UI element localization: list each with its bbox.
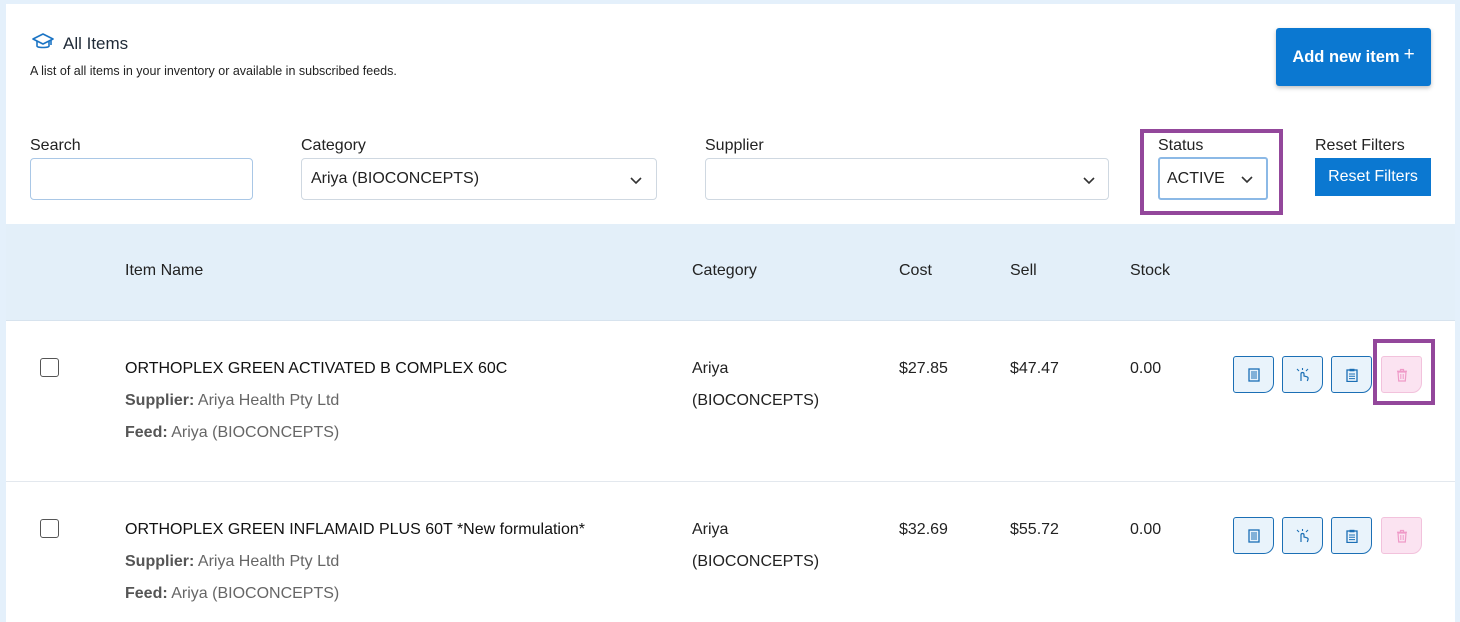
feed-key: Feed: <box>125 585 168 602</box>
hand-pointer-icon <box>1296 367 1309 381</box>
table-row: ORTHOPLEX GREEN ACTIVATED B COMPLEX 60C … <box>6 321 1455 482</box>
clipboard-icon <box>1345 368 1358 382</box>
supplier-value: Ariya Health Pty Ltd <box>197 392 340 409</box>
select-item-button[interactable] <box>1282 356 1323 393</box>
plus-icon: + <box>1403 44 1415 65</box>
barcode-icon <box>1247 367 1260 382</box>
items-panel: All Items A list of all items in your in… <box>6 4 1455 622</box>
hand-pointer-icon <box>1296 528 1309 542</box>
item-name[interactable]: ORTHOPLEX GREEN INFLAMAID PLUS 60T *New … <box>125 521 585 539</box>
item-sell: $55.72 <box>1010 521 1059 538</box>
barcode-icon <box>1247 528 1260 543</box>
chevron-down-icon <box>1083 177 1095 185</box>
category-select[interactable]: Ariya (BIOCONCEPTS) <box>301 158 657 200</box>
search-input[interactable] <box>30 158 253 200</box>
column-header-cost[interactable]: Cost <box>899 262 932 280</box>
add-new-item-button[interactable]: Add new item + <box>1276 28 1431 86</box>
add-new-item-label: Add new item <box>1292 47 1400 66</box>
feed-value: Ariya (BIOCONCEPTS) <box>171 424 340 441</box>
item-feed: Feed: Ariya (BIOCONCEPTS) <box>125 585 339 603</box>
delete-button[interactable] <box>1381 517 1422 554</box>
item-name[interactable]: ORTHOPLEX GREEN ACTIVATED B COMPLEX 60C <box>125 360 507 378</box>
category-line-2: (BIOCONCEPTS) <box>692 553 820 570</box>
details-button[interactable] <box>1331 517 1372 554</box>
category-line-2: (BIOCONCEPTS) <box>692 392 820 409</box>
supplier-select[interactable] <box>705 158 1109 200</box>
category-label: Category <box>301 137 366 154</box>
supplier-key: Supplier: <box>125 392 195 409</box>
trash-icon <box>1396 529 1407 543</box>
column-header-stock[interactable]: Stock <box>1130 262 1170 280</box>
feed-key: Feed: <box>125 424 168 441</box>
item-cost: $32.69 <box>899 521 948 538</box>
search-label: Search <box>30 137 81 154</box>
column-header-category[interactable]: Category <box>692 262 757 280</box>
barcode-button[interactable] <box>1233 356 1274 393</box>
status-highlight-box <box>1140 129 1283 215</box>
column-header-item-name[interactable]: Item Name <box>125 262 203 280</box>
delete-highlight-box <box>1373 339 1435 405</box>
supplier-label: Supplier <box>705 137 764 154</box>
graduation-cap-icon <box>32 33 54 49</box>
item-category: Ariya (BIOCONCEPTS) <box>692 353 819 417</box>
category-line-1: Ariya <box>692 521 729 538</box>
category-selected-value: Ariya (BIOCONCEPTS) <box>311 170 480 187</box>
feed-value: Ariya (BIOCONCEPTS) <box>171 585 340 602</box>
barcode-button[interactable] <box>1233 517 1274 554</box>
item-category: Ariya (BIOCONCEPTS) <box>692 514 819 578</box>
supplier-value: Ariya Health Pty Ltd <box>197 553 340 570</box>
item-stock: 0.00 <box>1130 360 1162 377</box>
select-item-button[interactable] <box>1282 517 1323 554</box>
page-title: All Items <box>63 34 129 53</box>
supplier-key: Supplier: <box>125 553 195 570</box>
clipboard-icon <box>1345 529 1358 543</box>
item-cost: $27.85 <box>899 360 948 377</box>
reset-filters-button[interactable]: Reset Filters <box>1315 158 1431 196</box>
table-row: ORTHOPLEX GREEN INFLAMAID PLUS 60T *New … <box>6 482 1455 622</box>
row-checkbox[interactable] <box>40 358 59 377</box>
details-button[interactable] <box>1331 356 1372 393</box>
table-header: Item Name Category Cost Sell Stock <box>6 224 1455 321</box>
category-line-1: Ariya <box>692 360 729 377</box>
page-subtitle: A list of all items in your inventory or… <box>30 64 397 78</box>
row-checkbox[interactable] <box>40 519 59 538</box>
item-supplier: Supplier: Ariya Health Pty Ltd <box>125 553 339 571</box>
chevron-down-icon <box>630 177 642 185</box>
reset-filters-label: Reset Filters <box>1315 137 1405 154</box>
item-sell: $47.47 <box>1010 360 1059 377</box>
column-header-sell[interactable]: Sell <box>1010 262 1037 280</box>
item-stock: 0.00 <box>1130 521 1162 538</box>
item-feed: Feed: Ariya (BIOCONCEPTS) <box>125 424 339 442</box>
item-supplier: Supplier: Ariya Health Pty Ltd <box>125 392 339 410</box>
